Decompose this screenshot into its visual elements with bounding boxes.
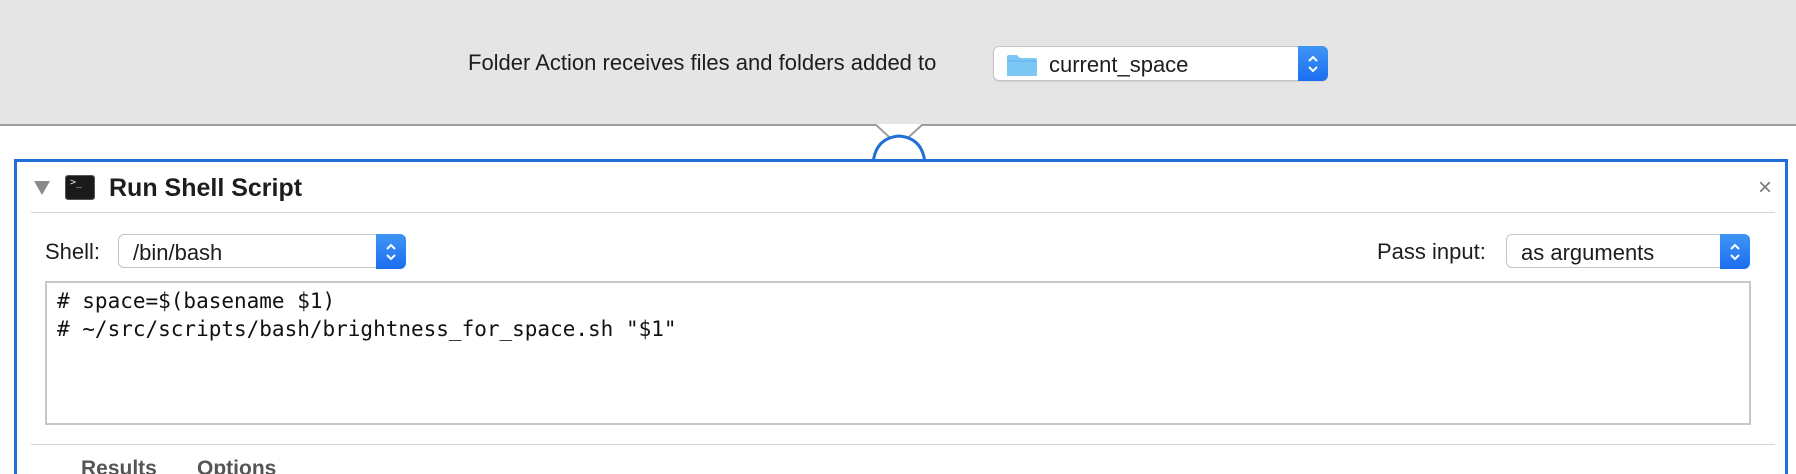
receives-label: Folder Action receives files and folders… (468, 50, 937, 75)
shell-select-value: /bin/bash (133, 240, 223, 265)
script-editor[interactable]: # space=$(basename $1) # ~/src/scripts/ba… (45, 281, 1751, 425)
tab-results[interactable]: Results (81, 457, 157, 474)
script-line: # space=$(basename $1) (57, 289, 336, 313)
terminal-icon: >_ (65, 175, 95, 200)
pass-input-select-value: as arguments (1521, 240, 1655, 265)
folder-icon (1007, 55, 1037, 76)
automator-workflow: Folder Action receives files and folders… (0, 0, 1796, 474)
folder-select-popup[interactable]: current_space (993, 46, 1328, 81)
workflow-header: Folder Action receives files and folders… (0, 0, 1796, 126)
chevron-updown-icon[interactable] (1298, 46, 1328, 81)
disclosure-triangle-icon[interactable] (33, 180, 51, 196)
shell-select-popup[interactable]: /bin/bash (118, 234, 406, 269)
action-title: Run Shell Script (109, 174, 303, 202)
shell-label: Shell: (45, 239, 101, 264)
close-icon[interactable]: × (1753, 176, 1777, 200)
pass-input-select-popup[interactable]: as arguments (1506, 234, 1750, 269)
script-line: # ~/src/scripts/bash/brightness_for_spac… (57, 317, 677, 341)
folder-select-value: current_space (1049, 52, 1189, 77)
divider (31, 444, 1775, 445)
run-shell-script-action: >_ Run Shell Script × Shell: /bin/bash P… (14, 159, 1788, 474)
tab-options[interactable]: Options (197, 457, 276, 474)
chevron-updown-icon[interactable] (1720, 234, 1750, 269)
pass-input-label: Pass input: (1377, 239, 1486, 264)
chevron-updown-icon[interactable] (376, 234, 406, 269)
divider (31, 212, 1775, 213)
